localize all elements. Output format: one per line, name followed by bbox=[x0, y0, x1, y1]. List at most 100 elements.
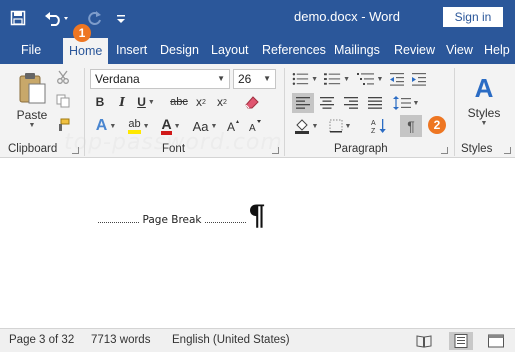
chevron-down-icon: ▼ bbox=[28, 121, 36, 129]
highlight-button[interactable]: ab ▼ bbox=[124, 116, 154, 136]
document-canvas[interactable]: Page Break ¶ bbox=[0, 158, 515, 328]
tab-design[interactable]: Design bbox=[160, 36, 199, 64]
justify-icon bbox=[368, 97, 382, 109]
subscript-mark: 2 bbox=[202, 98, 206, 106]
text-effects-button[interactable]: A ▼ bbox=[90, 116, 122, 136]
copy-button[interactable] bbox=[54, 92, 72, 110]
paragraph-launcher-icon[interactable] bbox=[441, 147, 448, 154]
sort-icon: A Z bbox=[371, 119, 386, 134]
strikethrough-button[interactable]: abc bbox=[168, 93, 190, 111]
align-center-button[interactable] bbox=[316, 93, 338, 113]
decrease-indent-button[interactable] bbox=[388, 69, 406, 89]
borders-button[interactable]: ▼ bbox=[326, 116, 354, 136]
web-layout-button[interactable] bbox=[484, 332, 508, 350]
read-mode-button[interactable] bbox=[412, 332, 436, 350]
sort-button[interactable]: A Z bbox=[368, 116, 390, 136]
page-count[interactable]: Page 3 of 32 bbox=[9, 334, 74, 346]
font-launcher-icon[interactable] bbox=[272, 147, 279, 154]
page-break-dots-right bbox=[204, 221, 246, 223]
tab-review[interactable]: Review bbox=[394, 36, 435, 64]
sign-in-button[interactable]: Sign in bbox=[443, 7, 503, 27]
web-layout-icon bbox=[488, 334, 504, 348]
chevron-down-icon: ▼ bbox=[210, 122, 218, 130]
format-painter-button[interactable] bbox=[54, 116, 72, 134]
italic-button[interactable]: I bbox=[114, 93, 130, 111]
bullets-icon bbox=[292, 73, 309, 85]
tab-mailings[interactable]: Mailings bbox=[334, 36, 380, 64]
underline-button[interactable]: U ▼ bbox=[134, 93, 158, 111]
separator bbox=[84, 68, 85, 156]
step-badge-2: 2 bbox=[428, 116, 446, 134]
step-badge-1: 1 bbox=[73, 24, 91, 42]
subscript-button[interactable]: x2 bbox=[192, 93, 210, 111]
tab-help[interactable]: Help bbox=[484, 36, 510, 64]
line-spacing-button[interactable]: ▼ bbox=[392, 93, 420, 113]
chevron-down-icon: ▼ bbox=[376, 75, 384, 83]
grow-font-icon: A bbox=[227, 120, 239, 133]
font-color-icon: A bbox=[161, 117, 172, 135]
clear-formatting-button[interactable] bbox=[242, 92, 262, 112]
justify-button[interactable] bbox=[364, 93, 386, 113]
clipboard-group-label: Clipboard bbox=[8, 143, 58, 155]
font-color-button[interactable]: A ▼ bbox=[156, 116, 186, 136]
word-count[interactable]: 7713 words bbox=[91, 334, 150, 346]
align-right-button[interactable] bbox=[340, 93, 362, 113]
increase-indent-icon bbox=[412, 73, 426, 86]
chevron-down-icon: ▼ bbox=[311, 122, 319, 130]
borders-icon bbox=[329, 119, 343, 133]
increase-indent-button[interactable] bbox=[410, 69, 428, 89]
highlighter-icon: ab bbox=[128, 118, 141, 134]
svg-text:A: A bbox=[371, 120, 376, 127]
change-case-label: Aa bbox=[192, 118, 209, 134]
bullets-button[interactable]: ▼ bbox=[292, 69, 318, 89]
save-button[interactable] bbox=[0, 0, 36, 36]
print-layout-icon bbox=[454, 334, 468, 348]
paste-button[interactable]: Paste ▼ bbox=[10, 68, 54, 132]
chevron-down-icon: ▼ bbox=[173, 122, 181, 130]
ribbon: top-password.com Paste ▼ Clipboard Verda… bbox=[0, 64, 515, 158]
tab-references[interactable]: References bbox=[262, 36, 326, 64]
styles-gallery-button[interactable]: A Styles ▼ bbox=[460, 68, 508, 132]
multilevel-list-icon bbox=[356, 73, 374, 85]
font-name-value: Verdana bbox=[95, 72, 140, 86]
tab-layout[interactable]: Layout bbox=[211, 36, 249, 64]
eraser-icon bbox=[245, 96, 259, 109]
tab-insert[interactable]: Insert bbox=[116, 36, 147, 64]
customize-qat-button[interactable] bbox=[114, 0, 128, 36]
decrease-indent-icon bbox=[390, 73, 404, 86]
language-indicator[interactable]: English (United States) bbox=[172, 334, 290, 346]
cut-button[interactable] bbox=[54, 68, 72, 86]
separator bbox=[454, 68, 455, 156]
bold-button[interactable]: B bbox=[92, 93, 108, 111]
chevron-down-icon: ▼ bbox=[412, 99, 420, 107]
grow-font-button[interactable]: A bbox=[224, 116, 242, 136]
superscript-button[interactable]: x2 bbox=[213, 93, 231, 111]
clipboard-launcher-icon[interactable] bbox=[72, 147, 79, 154]
tab-view[interactable]: View bbox=[446, 36, 473, 64]
copy-icon bbox=[56, 94, 70, 108]
font-name-combo[interactable]: Verdana ▼ bbox=[90, 69, 230, 89]
print-layout-button[interactable] bbox=[449, 332, 473, 350]
chevron-down-icon: ▼ bbox=[263, 74, 271, 83]
styles-launcher-icon[interactable] bbox=[504, 147, 511, 154]
shrink-font-button[interactable]: A bbox=[246, 116, 264, 136]
tab-file[interactable]: File bbox=[21, 36, 41, 64]
styles-group-label: Styles bbox=[461, 143, 493, 155]
page-break-label: Page Break bbox=[142, 214, 202, 226]
change-case-button[interactable]: Aa ▼ bbox=[190, 116, 220, 136]
multilevel-list-button[interactable]: ▼ bbox=[356, 69, 384, 89]
font-size-combo[interactable]: 26 ▼ bbox=[233, 69, 276, 89]
show-hide-formatting-button[interactable]: ¶ bbox=[400, 115, 422, 137]
align-center-icon bbox=[320, 97, 334, 109]
tab-home[interactable]: Home bbox=[63, 38, 109, 64]
chevron-down-icon: ▼ bbox=[344, 122, 352, 130]
shrink-font-icon: A bbox=[249, 120, 261, 133]
undo-button[interactable] bbox=[40, 0, 74, 36]
chevron-down-icon: ▼ bbox=[480, 119, 488, 127]
svg-text:A: A bbox=[249, 123, 256, 133]
numbering-button[interactable]: ▼ bbox=[324, 69, 350, 89]
align-left-button[interactable] bbox=[292, 93, 314, 113]
shading-button[interactable]: ▼ bbox=[292, 116, 320, 136]
chevron-down-icon: ▼ bbox=[142, 122, 150, 130]
chevron-down-icon: ▼ bbox=[147, 98, 155, 106]
